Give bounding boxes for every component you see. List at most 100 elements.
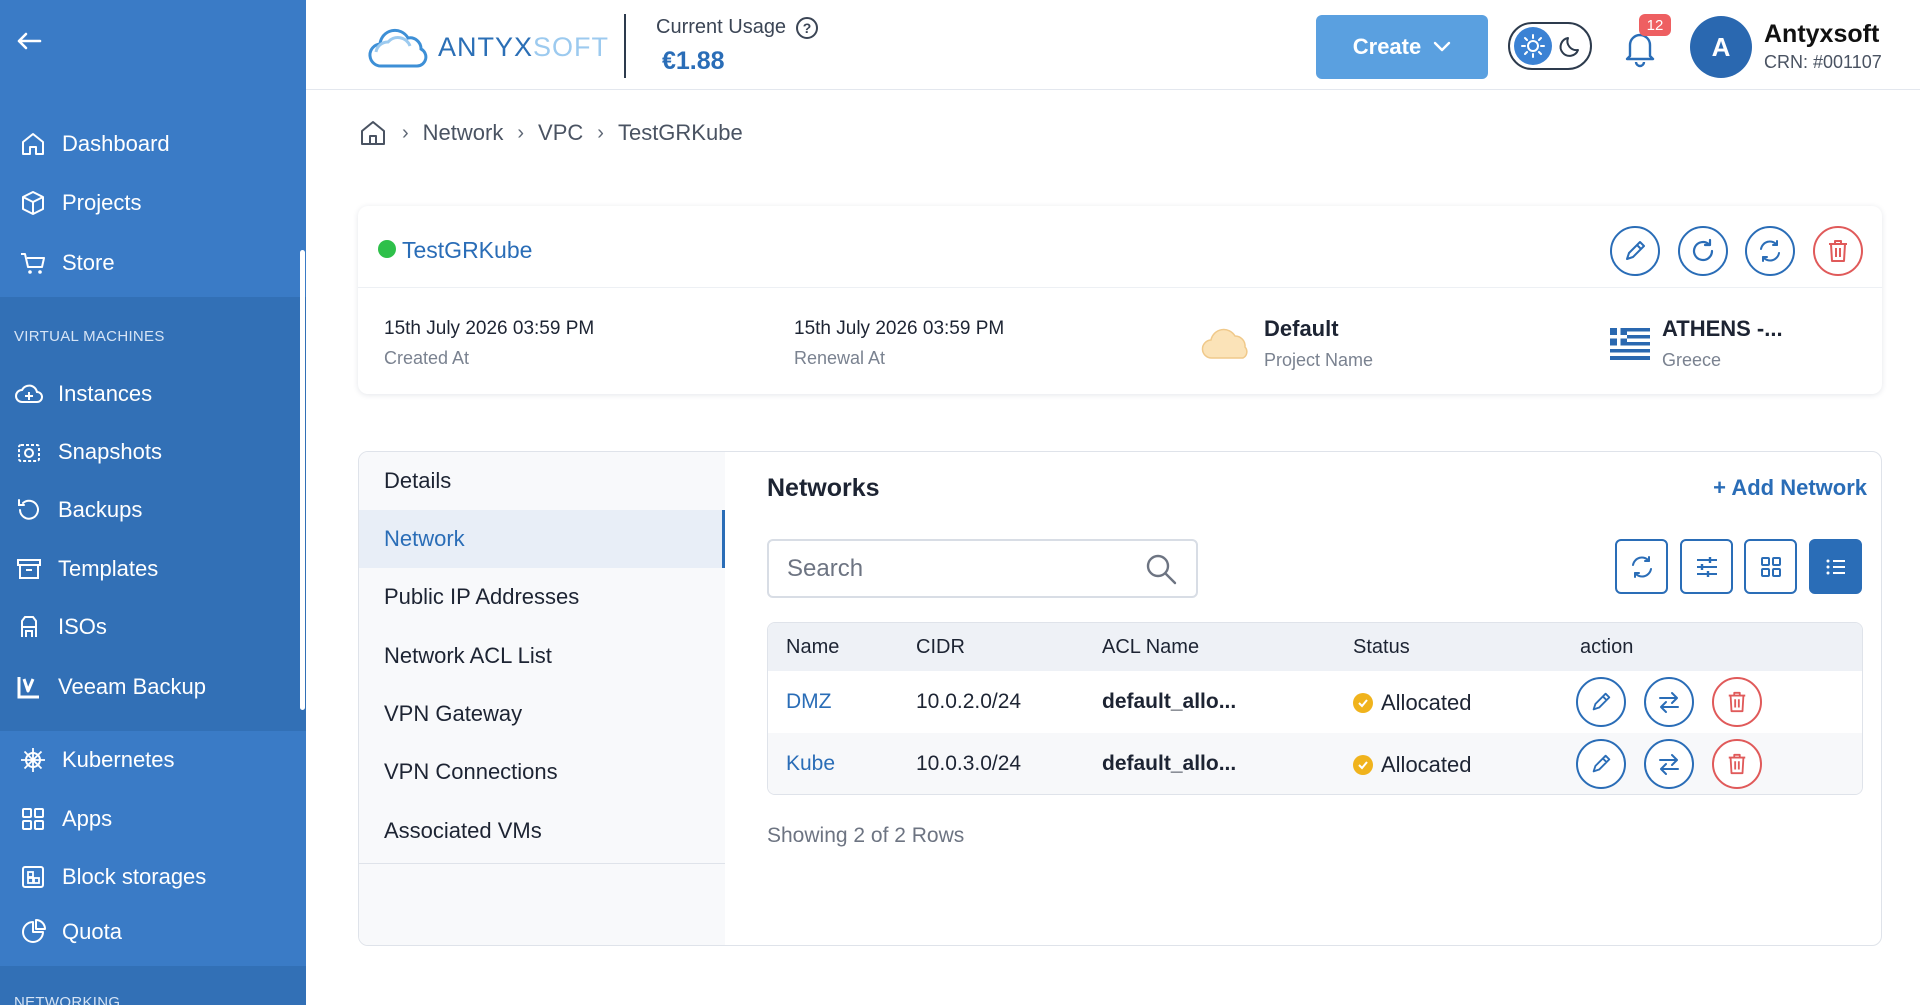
create-button[interactable]: Create — [1316, 15, 1488, 79]
refresh-vpc-button[interactable] — [1745, 226, 1795, 276]
subnav-associated-vms[interactable]: Associated VMs — [359, 802, 725, 860]
sidebar-item-templates[interactable]: Templates — [14, 549, 158, 589]
column-header-status[interactable]: Status — [1353, 636, 1410, 659]
edit-network-button[interactable] — [1576, 677, 1626, 727]
check-circle-icon — [1353, 693, 1373, 713]
vpc-summary-header: TestGRKube — [358, 206, 1882, 288]
camera-icon — [14, 437, 44, 467]
edit-vpc-button[interactable] — [1610, 226, 1660, 276]
sidebar-item-label: Templates — [58, 556, 159, 581]
breadcrumb-separator: › — [517, 121, 525, 144]
delete-network-button[interactable] — [1712, 677, 1762, 727]
chevron-down-icon — [1434, 41, 1451, 52]
cart-icon — [18, 248, 48, 278]
sidebar-item-label: Kubernetes — [62, 747, 175, 772]
sun-icon[interactable] — [1514, 27, 1552, 65]
logo-text-primary: ANTYX — [438, 31, 534, 62]
archive-icon — [14, 554, 44, 584]
check-circle-icon — [1353, 755, 1373, 775]
trash-icon — [1829, 240, 1847, 262]
sidebar-item-label: Snapshots — [58, 439, 162, 464]
renewal-at-value: 15th July 2026 03:59 PM — [794, 318, 1005, 339]
sidebar-item-block-storages[interactable]: Block storages — [18, 857, 206, 897]
sidebar-item-backups[interactable]: Backups — [14, 490, 142, 530]
network-cidr: 10.0.3.0/24 — [916, 752, 1022, 775]
breadcrumb-item-vpc[interactable]: VPC — [538, 120, 583, 146]
help-icon[interactable]: ? — [796, 16, 819, 39]
project-name: Default Project Name — [1264, 316, 1373, 371]
delete-network-button[interactable] — [1712, 739, 1762, 789]
networks-table: Name CIDR ACL Name Status action DMZ 10.… — [767, 622, 1863, 795]
network-name-link[interactable]: DMZ — [786, 690, 832, 714]
sidebar-item-label: Quota — [62, 919, 122, 944]
restart-icon — [1692, 238, 1714, 262]
sliders-icon — [1696, 556, 1717, 577]
sidebar-item-label: ISOs — [58, 614, 107, 639]
grid-view-button[interactable] — [1744, 539, 1797, 594]
breadcrumb-separator: › — [597, 121, 604, 144]
column-header-acl-name[interactable]: ACL Name — [1102, 636, 1199, 659]
disk-icon — [14, 612, 44, 642]
subnav-public-ip-addresses[interactable]: Public IP Addresses — [359, 568, 725, 626]
status-active-indicator — [378, 240, 396, 258]
created-at-label: Created At — [384, 348, 470, 368]
moon-icon[interactable] — [1558, 33, 1584, 59]
subnav-network[interactable]: Network — [359, 510, 725, 568]
edit-network-button[interactable] — [1576, 739, 1626, 789]
delete-vpc-button[interactable] — [1813, 226, 1863, 276]
refresh-list-button[interactable] — [1615, 539, 1668, 594]
user-name[interactable]: Antyxsoft — [1764, 20, 1879, 49]
storage-icon — [18, 862, 48, 892]
renewal-at: 15th July 2026 03:59 PM Renewal At — [794, 318, 1004, 369]
back-arrow-icon[interactable] — [14, 26, 44, 56]
home-icon — [18, 129, 48, 159]
topbar-divider — [624, 14, 626, 78]
column-header-cidr[interactable]: CIDR — [916, 636, 965, 659]
cube-icon — [18, 188, 48, 218]
sidebar-item-label: Backups — [58, 497, 143, 522]
pencil-icon — [1592, 754, 1611, 773]
pie-chart-icon — [18, 917, 48, 947]
brand-logo[interactable]: ANTYXSOFT — [368, 22, 609, 72]
sidebar-item-quota[interactable]: Quota — [18, 912, 122, 952]
sidebar-item-snapshots[interactable]: Snapshots — [14, 432, 162, 472]
created-at: 15th July 2026 03:59 PM Created At — [384, 318, 594, 369]
helm-icon — [18, 745, 48, 775]
replace-acl-button[interactable] — [1644, 739, 1694, 789]
avatar[interactable]: A — [1690, 16, 1752, 78]
cloud-plus-icon — [14, 379, 44, 409]
column-header-name[interactable]: Name — [786, 636, 839, 659]
sidebar-item-instances[interactable]: Instances — [14, 374, 152, 414]
network-cidr: 10.0.2.0/24 — [916, 690, 1022, 713]
sidebar-item-projects[interactable]: Projects — [18, 183, 141, 223]
sidebar-item-kubernetes[interactable]: Kubernetes — [18, 740, 175, 780]
sidebar-item-dashboard[interactable]: Dashboard — [18, 124, 170, 164]
sidebar-item-apps[interactable]: Apps — [18, 799, 112, 839]
search-icon[interactable] — [1144, 552, 1178, 586]
sidebar-item-label: Block storages — [62, 864, 207, 889]
filter-button[interactable] — [1680, 539, 1733, 594]
sidebar-scrollbar[interactable] — [300, 250, 305, 710]
subnav-details[interactable]: Details — [359, 452, 725, 510]
zone-country: Greece — [1662, 350, 1722, 370]
restart-vpc-button[interactable] — [1678, 226, 1728, 276]
vpc-summary-card: TestGRKube 15th July 2026 03:59 PM Creat… — [358, 206, 1882, 394]
theme-toggle[interactable] — [1508, 22, 1592, 70]
sidebar-item-veeam-backup[interactable]: Veeam Backup — [14, 667, 206, 707]
breadcrumb-item-network[interactable]: Network — [423, 120, 504, 146]
add-network-button[interactable]: + Add Network — [1713, 475, 1867, 501]
subnav-vpn-gateway[interactable]: VPN Gateway — [359, 685, 725, 743]
subnav-divider — [359, 863, 725, 864]
home-icon[interactable] — [358, 118, 388, 148]
subnav-vpn-connections[interactable]: VPN Connections — [359, 743, 725, 801]
search-input[interactable] — [787, 554, 1144, 583]
created-at-value: 15th July 2026 03:59 PM — [384, 318, 595, 339]
list-view-button[interactable] — [1809, 539, 1862, 594]
replace-acl-button[interactable] — [1644, 677, 1694, 727]
sidebar-item-store[interactable]: Store — [18, 243, 115, 283]
subnav-network-acl-list[interactable]: Network ACL List — [359, 627, 725, 685]
sidebar-item-isos[interactable]: ISOs — [14, 607, 107, 647]
grid-view-icon — [1760, 556, 1781, 577]
network-name-link[interactable]: Kube — [786, 752, 835, 776]
sidebar-item-label: Apps — [62, 806, 113, 831]
